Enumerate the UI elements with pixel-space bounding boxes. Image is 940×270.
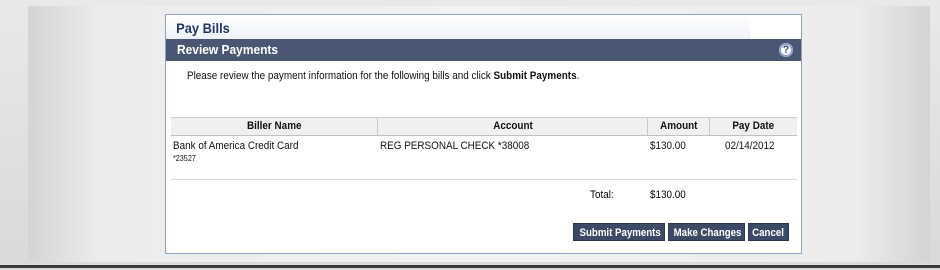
table-row-biller: Bank of America Credit Card [173, 140, 299, 152]
bottom-divider [0, 265, 940, 268]
instructions-emphasis: Submit Payments [493, 70, 577, 82]
button-label: Cancel [752, 227, 785, 239]
column-header-account[interactable]: Account [378, 118, 648, 135]
make-changes-button[interactable]: Make Changes [668, 223, 745, 241]
column-header-label: Pay Date [732, 120, 775, 132]
row-divider [171, 179, 797, 180]
payments-table-header: Biller Name Account Amount Pay Date [171, 117, 797, 136]
instructions-text: Please review the payment information fo… [187, 70, 579, 82]
cancel-button[interactable]: Cancel [748, 223, 789, 241]
column-header-label: Biller Name [246, 120, 302, 132]
column-header-label: Amount [659, 120, 698, 132]
instructions-suffix: . [576, 70, 580, 82]
column-header-biller-name[interactable]: Biller Name [171, 118, 378, 135]
instructions-body: Please review the payment information fo… [187, 70, 494, 82]
total-value: $130.00 [650, 189, 686, 201]
total-label: Total: [590, 189, 614, 201]
pay-bills-panel: Pay Bills Review Payments ? Please revie… [165, 14, 802, 254]
table-row-amount: $130.00 [650, 140, 686, 152]
table-row-pay-date: 02/14/2012 [725, 140, 775, 152]
section-title: Review Payments [177, 42, 279, 57]
table-row-biller-account: *23527 [173, 154, 196, 163]
page-title: Pay Bills [166, 15, 751, 39]
button-label: Make Changes [673, 227, 742, 239]
column-header-pay-date[interactable]: Pay Date [710, 118, 797, 135]
help-icon[interactable]: ? [779, 43, 793, 57]
button-label: Submit Payments [579, 227, 661, 239]
table-row-account: REG PERSONAL CHECK *38008 [380, 140, 530, 152]
column-header-amount[interactable]: Amount [648, 118, 710, 135]
column-header-label: Account [492, 120, 533, 132]
submit-payments-button[interactable]: Submit Payments [573, 223, 665, 241]
review-payments-header: Review Payments ? [166, 39, 801, 61]
